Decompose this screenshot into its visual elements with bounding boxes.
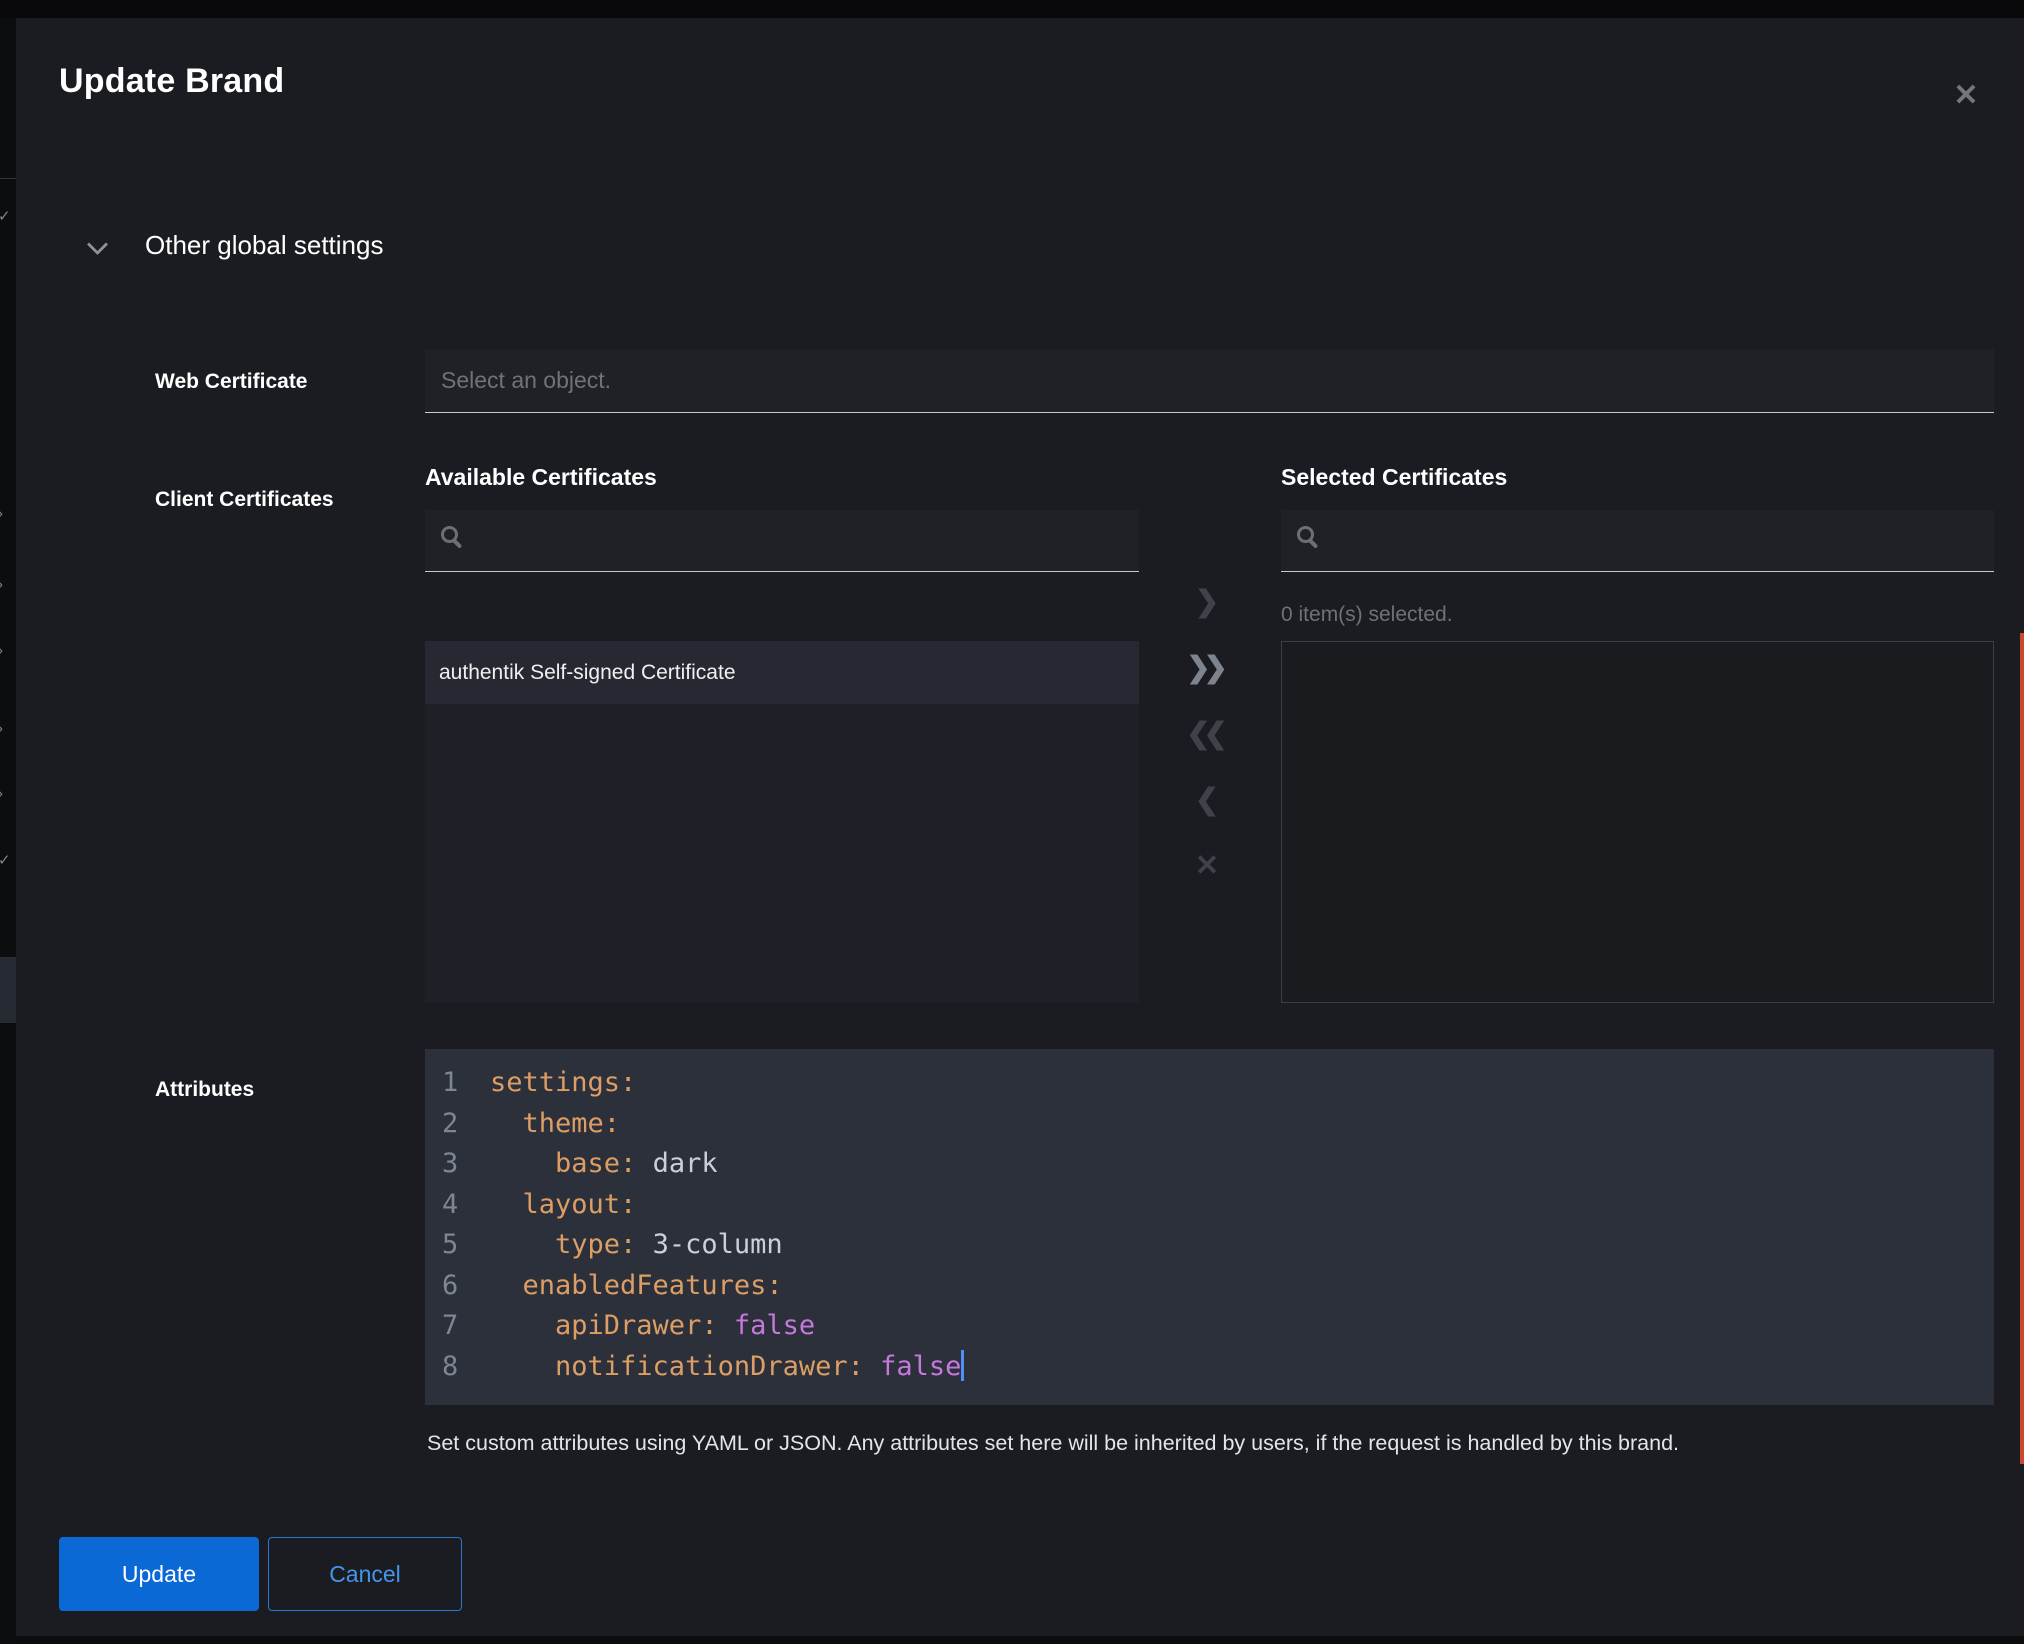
line-number: 5 <box>442 1225 459 1266</box>
chevron-right-icon: › <box>0 506 16 521</box>
section-label: Other global settings <box>145 230 383 261</box>
chevron-left-icon: ❮ <box>1195 784 1212 816</box>
available-certificates-list[interactable]: authentik Self-signed Certificate <box>425 641 1139 1003</box>
selected-search-input[interactable] <box>1333 510 1986 571</box>
attributes-label: Attributes <box>155 1078 254 1102</box>
line-number: 6 <box>442 1266 459 1307</box>
code-line: 1 settings: <box>425 1063 1994 1104</box>
line-number: 7 <box>442 1306 459 1347</box>
move-selected-left-button[interactable]: ❮ <box>1179 775 1235 824</box>
code-token: dark <box>636 1148 717 1179</box>
line-number: 2 <box>442 1104 459 1145</box>
line-number: 1 <box>442 1063 459 1104</box>
transfer-controls: ❯❯❯❮❮❮✕ <box>1179 577 1235 907</box>
code-line: 8 notificationDrawer: false <box>425 1347 1994 1388</box>
code-token: theme: <box>490 1108 620 1139</box>
line-number: 3 <box>442 1144 459 1185</box>
sidebar-active-item-sliver[interactable] <box>0 957 16 1023</box>
sidebar-divider <box>0 178 16 179</box>
chevron-right-icon: › <box>0 577 16 592</box>
attributes-code-editor[interactable]: 1settings:2 theme:3 base: dark4 layout:5… <box>425 1049 1994 1405</box>
chevron-right-icon: › <box>0 786 16 801</box>
available-search <box>425 510 1139 572</box>
modal-title: Update Brand <box>59 62 284 101</box>
code-line: 2 theme: <box>425 1104 1994 1145</box>
chevron-down-icon <box>90 233 107 250</box>
move-selected-right-button[interactable]: ❯ <box>1179 577 1235 626</box>
code-token: base: <box>490 1148 636 1179</box>
left-sidebar-sliver: ✓ › › › › › ✓ <box>0 18 16 1644</box>
code-token: false <box>864 1351 962 1382</box>
close-icon: ✕ <box>1195 850 1212 882</box>
close-icon[interactable]: ✕ <box>1938 68 1994 124</box>
code-token: type: <box>490 1229 636 1260</box>
update-brand-modal: Update Brand ✕ Other global settings Web… <box>16 18 2024 1636</box>
cancel-button[interactable]: Cancel <box>268 1537 462 1611</box>
code-token: layout: <box>490 1189 636 1220</box>
move-all-left-button[interactable]: ❮❮ <box>1179 709 1235 758</box>
double-chevron-right-icon: ❯❯ <box>1186 652 1221 684</box>
top-bar <box>0 0 2024 18</box>
attributes-help-text: Set custom attributes using YAML or JSON… <box>427 1431 1987 1456</box>
code-token: apiDrawer: <box>490 1310 718 1341</box>
check-icon: ✓ <box>0 853 16 868</box>
move-all-right-button[interactable]: ❯❯ <box>1179 643 1235 692</box>
web-certificate-input[interactable] <box>425 349 1994 413</box>
chevron-right-icon: › <box>0 721 16 736</box>
code-line: 4 layout: <box>425 1185 1994 1226</box>
client-certificates-label: Client Certificates <box>155 488 334 512</box>
double-chevron-left-icon: ❮❮ <box>1186 718 1221 750</box>
selected-certificates-list[interactable] <box>1281 641 1994 1003</box>
update-button[interactable]: Update <box>59 1537 259 1611</box>
section-toggle-other-global-settings[interactable]: Other global settings <box>90 230 383 261</box>
selected-certificates-heading: Selected Certificates <box>1281 464 1507 491</box>
selected-search <box>1281 510 1994 572</box>
chevron-right-icon: › <box>0 643 16 658</box>
code-token: 3-column <box>636 1229 782 1260</box>
search-icon <box>441 526 458 543</box>
code-line: 5 type: 3-column <box>425 1225 1994 1266</box>
selected-count-status: 0 item(s) selected. <box>1281 603 1453 627</box>
code-token: enabledFeatures: <box>490 1270 783 1301</box>
chevron-right-icon: ❯ <box>1195 586 1212 618</box>
available-certificates-heading: Available Certificates <box>425 464 657 491</box>
line-number: 4 <box>442 1185 459 1226</box>
line-number: 8 <box>442 1347 459 1388</box>
certificate-list-item[interactable]: authentik Self-signed Certificate <box>425 641 1139 704</box>
text-cursor <box>961 1350 964 1381</box>
check-icon: ✓ <box>0 209 16 224</box>
code-line: 7 apiDrawer: false <box>425 1306 1994 1347</box>
available-search-input[interactable] <box>477 510 1131 571</box>
code-token: notificationDrawer: <box>490 1351 864 1382</box>
remove-all-button[interactable]: ✕ <box>1179 841 1235 890</box>
code-line: 3 base: dark <box>425 1144 1994 1185</box>
code-token: settings: <box>490 1067 636 1098</box>
web-certificate-label: Web Certificate <box>155 370 308 394</box>
search-icon <box>1297 526 1314 543</box>
code-line: 6 enabledFeatures: <box>425 1266 1994 1307</box>
code-token: false <box>718 1310 816 1341</box>
notification-edge-sliver <box>2020 633 2024 1464</box>
